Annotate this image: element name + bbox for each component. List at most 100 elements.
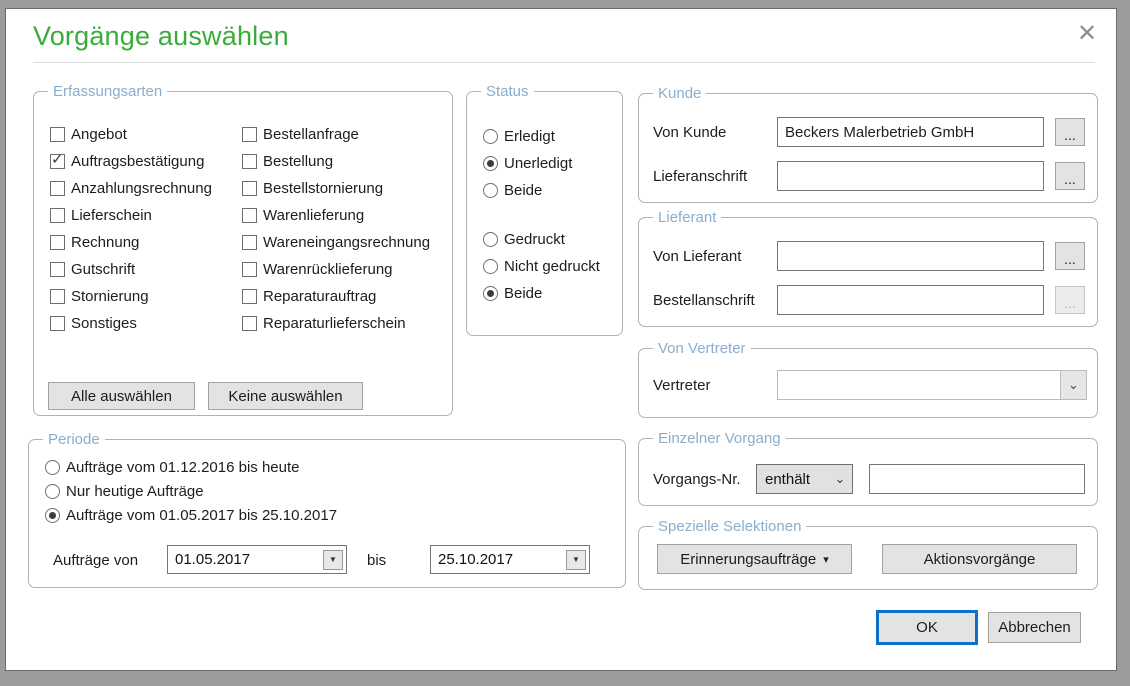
checkbox-stornierung[interactable]: Stornierung [50,287,212,305]
checkbox-box[interactable] [242,315,257,331]
radio-beide-erledigt[interactable]: Beide [483,182,572,199]
close-icon[interactable]: ✕ [1072,19,1102,49]
checkbox-bestellstornierung[interactable]: Bestellstornierung [242,179,430,197]
radio-nicht-gedruckt[interactable]: Nicht gedruckt [483,258,600,275]
radio-circle-selected[interactable] [45,507,60,523]
checkbox-label: Gutschrift [71,260,136,278]
check-icon: ✓ [51,150,64,168]
radio-label: Unerledigt [504,154,573,172]
periode-radios: Aufträge vom 01.12.2016 bis heute Nur he… [45,459,337,524]
checkbox-angebot[interactable]: Angebot [50,126,212,143]
radio-periode-today-only[interactable]: Nur heutige Aufträge [45,483,337,500]
checkbox-gutschrift[interactable]: Gutschrift [50,260,212,278]
von-kunde-browse-button[interactable]: ... [1055,118,1085,146]
radio-gedruckt[interactable]: Gedruckt [483,230,600,248]
checkbox-box[interactable] [242,153,257,169]
ok-button[interactable]: OK [876,610,978,645]
group-label-status: Status [481,83,534,100]
date-to-value: 25.10.2017 [438,551,514,568]
checkbox-anzahlungsrechnung[interactable]: Anzahlungsrechnung [50,180,212,197]
von-lieferant-input[interactable] [777,241,1044,271]
group-label-kunde: Kunde [653,85,707,102]
dropdown-arrow-icon[interactable]: ▼ [566,549,586,570]
checkbox-box[interactable] [242,288,257,304]
radio-unerledigt[interactable]: Unerledigt [483,154,573,172]
radio-circle[interactable] [483,258,498,274]
checkbox-box-checked[interactable]: ✓ [50,150,65,169]
checkbox-box[interactable] [50,288,65,304]
radio-circle[interactable] [483,231,498,247]
select-all-button[interactable]: Alle auswählen [48,382,195,410]
checkbox-warenlieferung[interactable]: Warenlieferung [242,206,430,224]
radio-erledigt[interactable]: Erledigt [483,127,572,145]
radio-circle[interactable] [483,182,498,198]
bestellanschrift-browse-button: ... [1055,286,1085,314]
checkbox-box[interactable] [50,126,65,142]
checkbox-label: Stornierung [71,287,149,305]
checkbox-box[interactable] [242,234,257,250]
checkbox-box[interactable] [50,180,65,196]
radio-periode-date-range[interactable]: Aufträge vom 01.05.2017 bis 25.10.2017 [45,507,337,524]
group-label-periode: Periode [43,431,105,448]
radio-label: Gedruckt [504,230,565,248]
checkbox-column-left: Angebot ✓ Auftragsbestätigung Anzahlungs… [50,126,212,332]
lieferanschrift-browse-button[interactable]: ... [1055,162,1085,190]
von-kunde-input[interactable]: Beckers Malerbetrieb GmbH [777,117,1044,147]
checkbox-box[interactable] [242,126,257,142]
checkbox-rechnung[interactable]: Rechnung [50,233,212,251]
date-from-picker[interactable]: 01.05.2017 ▼ [167,545,347,574]
title-separator [33,62,1095,63]
lieferanschrift-input[interactable] [777,161,1044,191]
radio-periode-fixed-start[interactable]: Aufträge vom 01.12.2016 bis heute [45,459,337,476]
checkbox-label: Bestellstornierung [263,179,384,197]
vorgangs-nr-label: Vorgangs-Nr. [653,471,741,488]
bestellanschrift-input[interactable] [777,285,1044,315]
select-none-button[interactable]: Keine auswählen [208,382,363,410]
checkbox-sonstiges[interactable]: Sonstiges [50,315,212,332]
checkbox-box[interactable] [50,234,65,250]
radio-beide-gedruckt[interactable]: Beide [483,284,600,302]
radio-circle-selected[interactable] [483,285,498,301]
lieferanschrift-label: Lieferanschrift [653,168,748,185]
checkbox-bestellanfrage[interactable]: Bestellanfrage [242,126,430,143]
radio-circle[interactable] [45,459,60,475]
checkbox-box[interactable] [242,207,257,223]
checkbox-box[interactable] [242,180,257,196]
checkbox-label: Rechnung [71,233,140,251]
checkbox-reparaturauftrag[interactable]: Reparaturauftrag [242,288,430,305]
checkbox-wareneingangsrechnung[interactable]: Wareneingangsrechnung [242,233,431,251]
checkbox-lieferschein[interactable]: Lieferschein [50,207,212,224]
bis-label: bis [367,552,387,569]
vorgangs-nr-input[interactable] [869,464,1085,494]
checkbox-warenruecklieferung[interactable]: Warenrücklieferung [242,260,430,278]
checkbox-label: Wareneingangsrechnung [263,233,431,251]
group-label-erfassungsarten: Erfassungsarten [48,83,168,100]
vorgangs-nr-operator-select[interactable]: enthält ⌄ [756,464,853,494]
checkbox-box[interactable] [50,207,65,223]
radio-circle[interactable] [483,128,498,144]
chevron-down-icon[interactable]: ⌄ [1060,371,1086,399]
group-label-von-vertreter: Von Vertreter [653,340,751,357]
checkbox-reparaturlieferschein[interactable]: Reparaturlieferschein [242,314,430,332]
checkbox-box[interactable] [242,261,257,277]
erinnerungsauftraege-button[interactable]: Erinnerungsaufträge ▾ [657,544,852,574]
group-label-spezielle-selektionen: Spezielle Selektionen [653,518,807,535]
von-kunde-label: Von Kunde [653,124,727,141]
checkbox-bestellung[interactable]: Bestellung [242,153,430,170]
vertreter-combobox[interactable]: ⌄ [777,370,1087,400]
von-lieferant-browse-button[interactable]: ... [1055,242,1085,270]
aktionsvorgaenge-button[interactable]: Aktionsvorgänge [882,544,1077,574]
checkbox-label: Warenlieferung [263,206,365,224]
radio-circle-selected[interactable] [483,155,498,171]
checkbox-box[interactable] [50,315,65,331]
checkbox-label: Warenrücklieferung [263,260,393,278]
radio-circle[interactable] [45,483,60,499]
checkbox-box[interactable] [50,261,65,277]
dropdown-arrow-icon[interactable]: ▼ [323,549,343,570]
checkbox-auftragsbestaetigung[interactable]: ✓ Auftragsbestätigung [50,150,212,170]
radio-label: Erledigt [504,127,555,145]
radio-label: Beide [504,284,543,302]
cancel-button[interactable]: Abbrechen [988,612,1081,643]
checkbox-label: Reparaturlieferschein [263,314,406,332]
date-to-picker[interactable]: 25.10.2017 ▼ [430,545,590,574]
